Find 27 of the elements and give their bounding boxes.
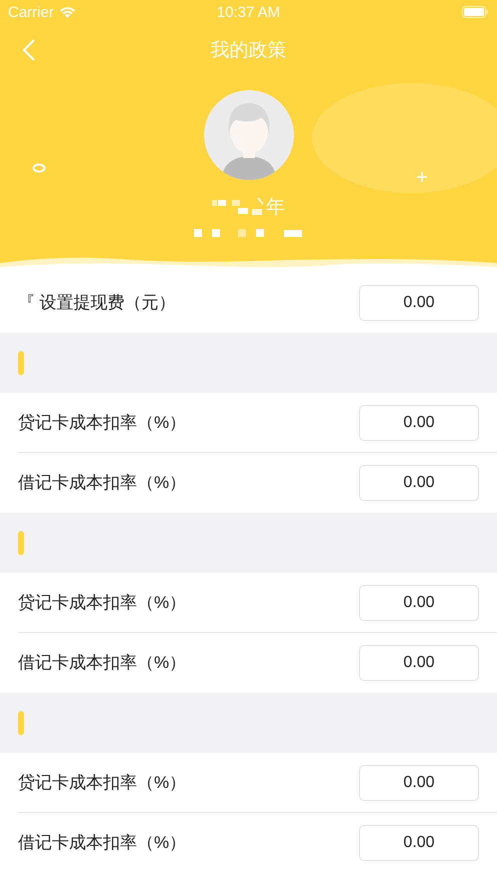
avatar-icon bbox=[204, 90, 294, 180]
row-label: 借记卡成本扣率（%） bbox=[18, 472, 188, 494]
row-label: 『 设置提现费（元） bbox=[18, 292, 177, 314]
value-field[interactable]: 0.00 bbox=[359, 464, 479, 500]
status-time: 10:37 AM bbox=[216, 4, 282, 20]
row-label: 借记卡成本扣率（%） bbox=[18, 832, 188, 854]
redacted-drawing bbox=[212, 196, 264, 218]
plus-icon bbox=[416, 171, 428, 183]
user-name: 年 bbox=[266, 196, 285, 220]
accent-bar bbox=[18, 711, 24, 735]
battery-icon bbox=[462, 6, 489, 18]
row-label: 贷记卡成本扣率（%） bbox=[18, 592, 188, 614]
row-label: 借记卡成本扣率（%） bbox=[18, 652, 188, 674]
value-field[interactable]: 0.00 bbox=[359, 584, 479, 620]
value-field[interactable]: 0.00 bbox=[359, 404, 479, 440]
accent-bar bbox=[18, 351, 24, 375]
wifi-icon bbox=[58, 6, 76, 18]
value-field[interactable]: 0.00 bbox=[359, 284, 479, 320]
row-label: 贷记卡成本扣率（%） bbox=[18, 772, 188, 794]
value-field[interactable]: 0.00 bbox=[359, 824, 479, 860]
ring-icon bbox=[32, 163, 46, 173]
value-field[interactable]: 0.00 bbox=[359, 764, 479, 800]
page-title: 我的政策 bbox=[210, 39, 286, 63]
accent-bar bbox=[18, 531, 24, 555]
row-label: 贷记卡成本扣率（%） bbox=[18, 412, 188, 434]
carrier-label: Carrier bbox=[8, 4, 54, 20]
value-field[interactable]: 0.00 bbox=[359, 644, 479, 680]
